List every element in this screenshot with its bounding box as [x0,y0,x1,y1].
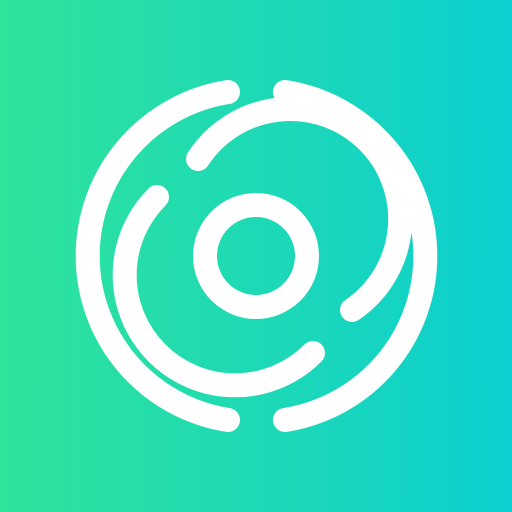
concentric-rings-logo-icon [0,0,512,512]
app-icon [0,0,512,512]
